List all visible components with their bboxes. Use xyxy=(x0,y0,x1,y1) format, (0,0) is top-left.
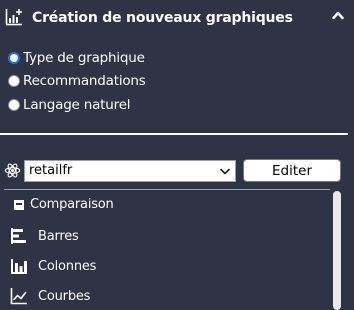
chart-type-label: Courbes xyxy=(38,288,91,304)
atom-icon xyxy=(4,163,21,178)
section-comparaison[interactable]: Comparaison xyxy=(13,197,114,212)
radio-label: Recommandations xyxy=(23,73,146,90)
radio-type-de-graphique[interactable]: Type de graphique xyxy=(8,46,146,70)
radio-label: Langage naturel xyxy=(23,96,131,113)
chart-type-courbes[interactable]: Courbes xyxy=(10,287,90,305)
horizontal-bar-chart-icon xyxy=(11,228,26,244)
radio-button-checked[interactable] xyxy=(8,51,20,64)
chevron-down-icon xyxy=(220,168,230,175)
section-divider xyxy=(0,133,348,135)
edit-button[interactable]: Editer xyxy=(243,159,341,182)
radio-langage-naturel[interactable]: Langage naturel xyxy=(8,93,146,117)
radio-button[interactable] xyxy=(8,98,20,111)
chart-plus-icon xyxy=(5,9,22,26)
panel-header[interactable]: Création de nouveaux graphiques xyxy=(0,0,354,38)
list-divider xyxy=(4,189,330,190)
datasource-value: retailfr xyxy=(29,163,73,178)
panel-title: Création de nouveaux graphiques xyxy=(32,10,293,26)
list-scrollbar[interactable] xyxy=(333,191,341,310)
column-chart-icon xyxy=(11,259,27,274)
chevron-up-icon[interactable] xyxy=(332,10,344,20)
chart-type-colonnes[interactable]: Colonnes xyxy=(10,257,96,275)
radio-button[interactable] xyxy=(8,75,20,88)
chart-type-label: Colonnes xyxy=(38,258,97,274)
radio-recommandations[interactable]: Recommandations xyxy=(8,70,146,94)
radio-label: Type de graphique xyxy=(23,49,145,66)
chart-type-barres[interactable]: Barres xyxy=(10,227,79,245)
mode-radio-group: Type de graphique Recommandations Langag… xyxy=(8,46,146,117)
chart-type-label: Barres xyxy=(38,228,79,244)
line-chart-icon xyxy=(10,288,27,305)
collapse-square-icon[interactable] xyxy=(13,199,25,211)
datasource-select[interactable]: retailfr xyxy=(24,160,236,182)
section-label: Comparaison xyxy=(30,197,114,212)
